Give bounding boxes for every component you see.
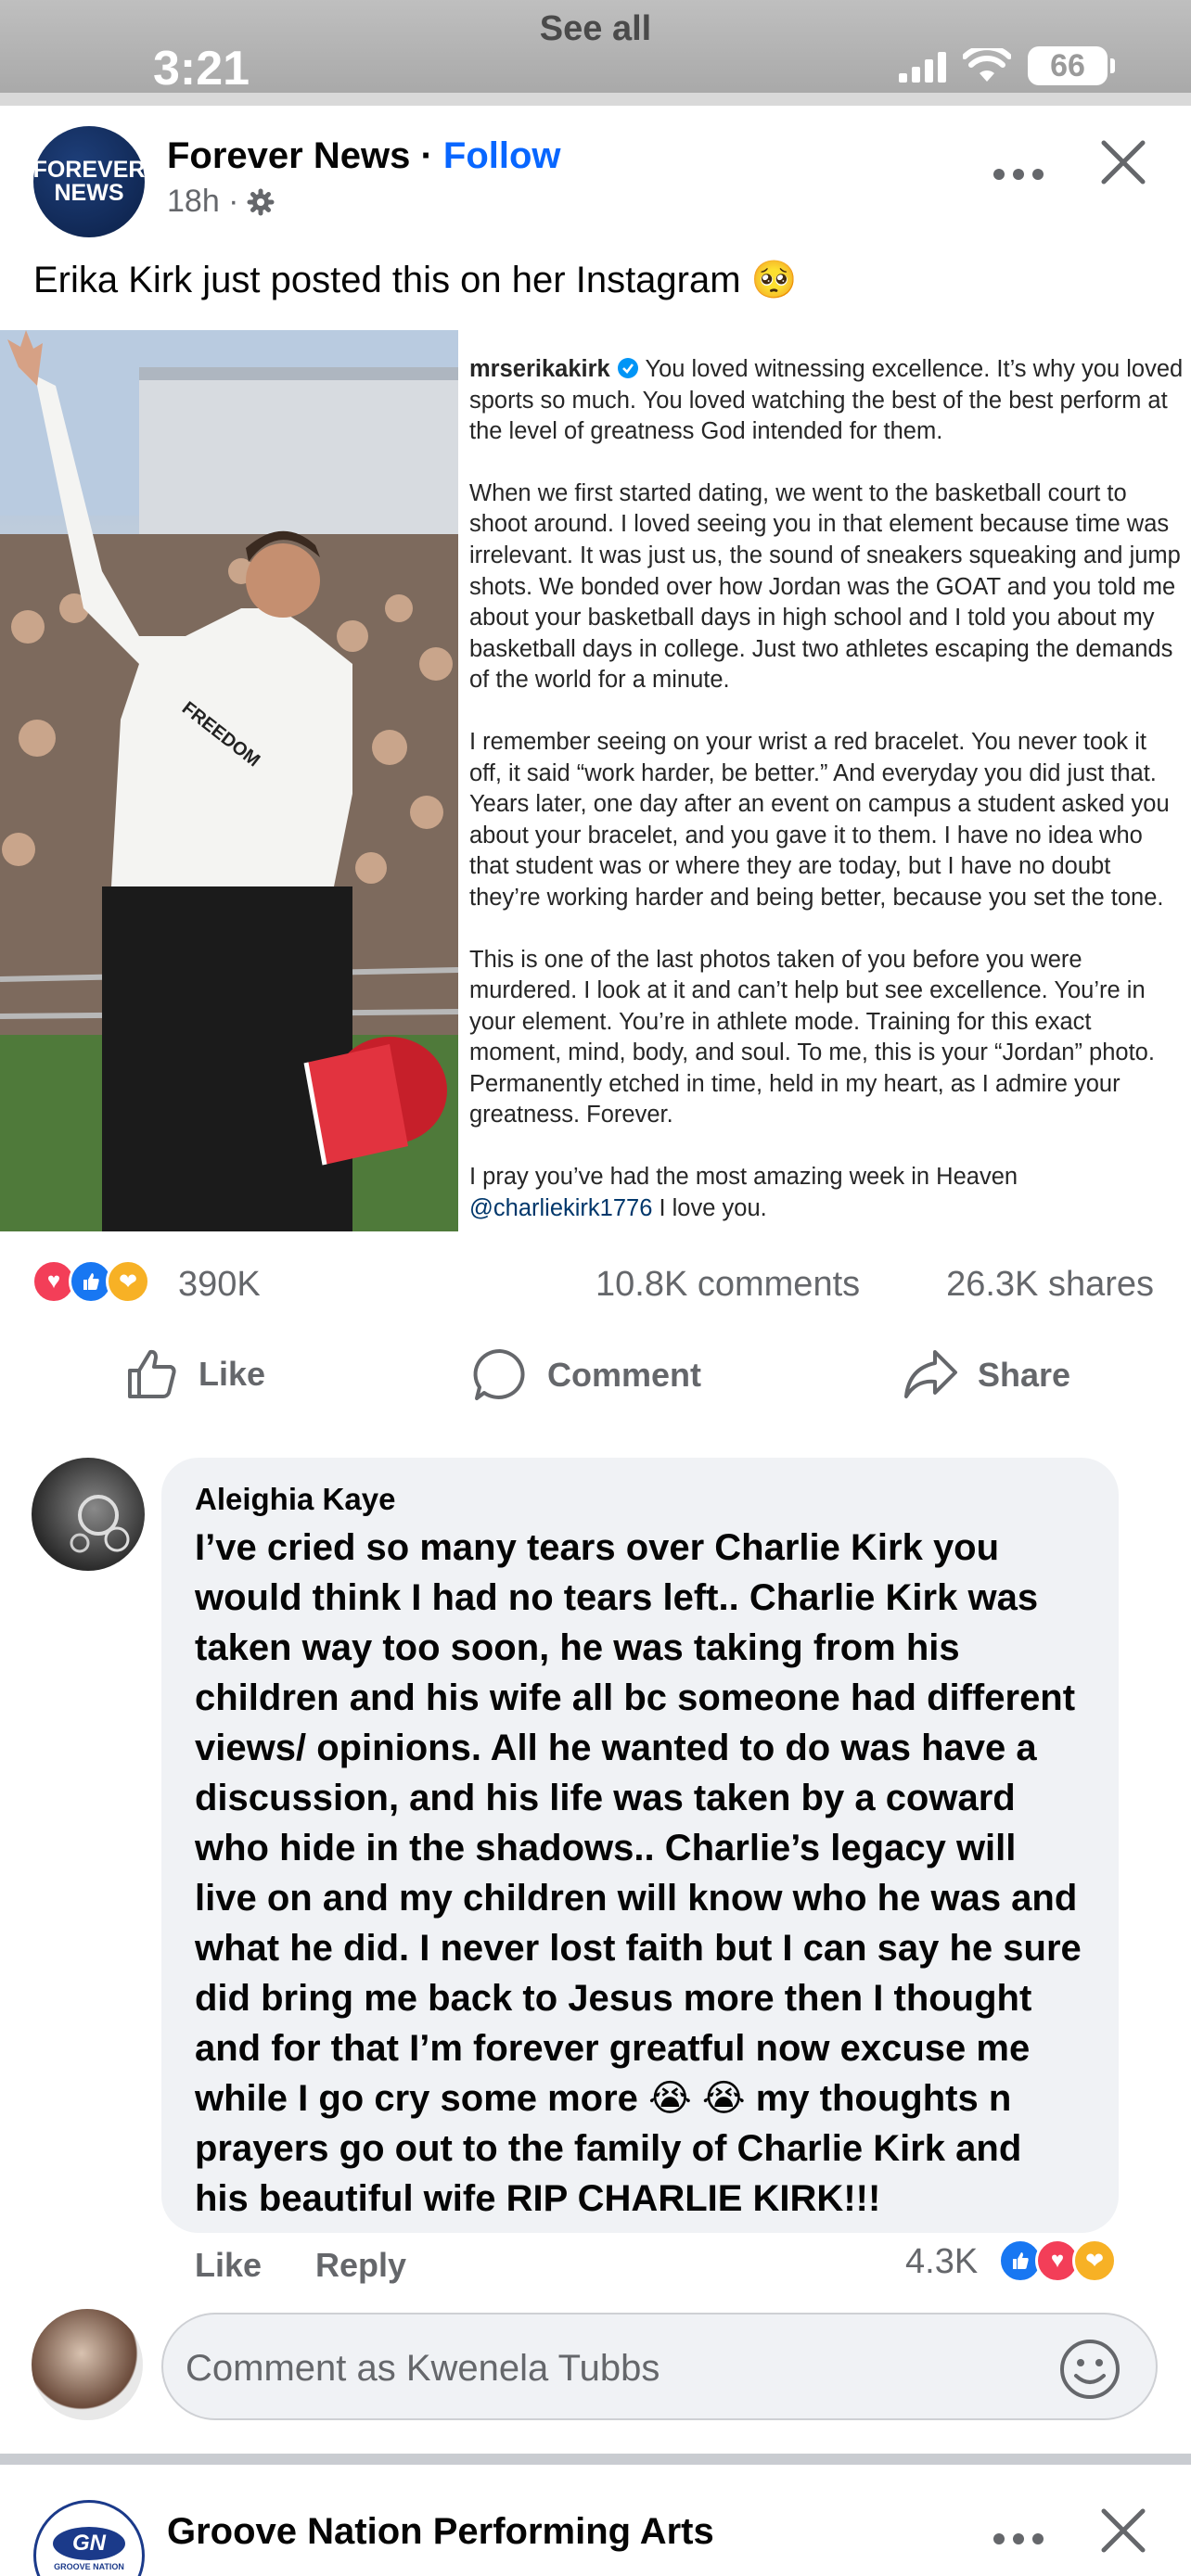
name-separator: · [410, 135, 443, 176]
current-user-avatar[interactable] [32, 2309, 143, 2420]
comment-label: Comment [547, 1356, 702, 1394]
post-actions: Like Comment Share [0, 1346, 1191, 1411]
comment-reaction-icons[interactable]: ♥ ❤ [998, 2238, 1117, 2283]
like-button[interactable]: Like [124, 1346, 265, 1402]
gn-logo: GN [53, 2527, 125, 2560]
caption-text-5: I pray you’ve had the most amazing week … [469, 1164, 1018, 1191]
like-label: Like [198, 1355, 266, 1393]
reaction-count[interactable]: 390K [178, 1265, 261, 1305]
more-dots-icon [993, 169, 1044, 180]
caption-paragraph-1: mrserikakirk You loved witnessing excell… [469, 354, 1184, 448]
page-avatar[interactable]: FOREVER NEWS [33, 126, 145, 237]
next-page-avatar[interactable]: GN GROOVE NATION [33, 2500, 145, 2576]
sheet-edge [0, 93, 1191, 106]
follow-button[interactable]: Follow [443, 135, 561, 176]
care-reaction-icon: ❤ [106, 1259, 150, 1304]
post-text: Erika Kirk just posted this on her Insta… [33, 260, 798, 300]
comment-text: I’ve cried so many tears over Charlie Ki… [195, 1527, 1082, 2219]
status-icons: 66 [899, 46, 1115, 85]
share-count[interactable]: 26.3K shares [946, 1265, 1154, 1305]
next-more-options-button[interactable] [992, 2513, 1044, 2555]
commenter-photo [70, 1495, 130, 1553]
comment-reply-button[interactable]: Reply [315, 2246, 406, 2285]
post-header: FOREVER NEWS Forever News · Follow 18h · [0, 106, 1191, 245]
avatar-text-line2: NEWS [54, 180, 124, 206]
thumbs-up-icon [128, 1349, 176, 1398]
caption-paragraph-2: When we first started dating, we went to… [469, 479, 1181, 694]
photo: FREEDOM [0, 330, 458, 1231]
more-options-button[interactable] [992, 148, 1044, 190]
comment-composer[interactable] [161, 2313, 1158, 2420]
share-label: Share [978, 1356, 1071, 1394]
more-dots-icon [993, 2533, 1044, 2544]
post-stats: ♥ ❤ 390K 10.8K comments 26.3K shares [0, 1252, 1191, 1317]
caption-paragraph-4: This is one of the last photos taken of … [469, 946, 1155, 1129]
share-button[interactable]: Share [902, 1346, 1070, 1404]
page-name[interactable]: Forever News [167, 135, 410, 176]
comment-count[interactable]: 10.8K comments [596, 1265, 860, 1305]
post-meta: 18h · [167, 184, 275, 220]
status-time: 3:21 [153, 42, 250, 96]
page-name-line: Forever News · Follow [167, 135, 561, 177]
close-icon[interactable] [1091, 130, 1156, 195]
gear-icon [247, 188, 274, 215]
wifi-icon [963, 48, 1011, 82]
commenter-avatar[interactable] [32, 1458, 145, 1571]
comment-button[interactable]: Comment [471, 1346, 701, 1404]
comment-footer: Like Reply 4.3K ♥ ❤ [0, 2238, 1191, 2298]
comment-like-button[interactable]: Like [195, 2246, 262, 2285]
comment-reaction-count[interactable]: 4.3K [905, 2242, 978, 2282]
cellular-signal-icon [899, 49, 946, 83]
reaction-icons[interactable]: ♥ ❤ [32, 1259, 150, 1304]
avatar-text-line1: FOREVER [32, 157, 146, 183]
comment-author[interactable]: Aleighia Kaye [195, 1482, 1085, 1517]
caption-paragraph-5: I pray you’ve had the most amazing week … [469, 1162, 1184, 1224]
crowd-photo: FREEDOM [0, 330, 458, 1231]
caption-end: I love you. [652, 1194, 767, 1221]
caption-username: mrserikakirk [469, 356, 610, 382]
status-bar: See all 3:21 66 [0, 0, 1191, 96]
gn-logo-subtext: GROOVE NATION [54, 2562, 124, 2571]
share-icon [904, 1350, 957, 1398]
battery-icon: 66 [1028, 46, 1115, 85]
comment-bubble: Aleighia Kaye I’ve cried so many tears o… [161, 1458, 1119, 2233]
instagram-caption: mrserikakirk You loved witnessing excell… [469, 354, 1184, 1224]
emoji-icon[interactable] [1057, 2337, 1122, 2402]
post-image[interactable]: FREEDOM mrserikakirk You loved witnessin… [0, 330, 1191, 1231]
next-page-name[interactable]: Groove Nation Performing Arts [167, 2511, 714, 2553]
care-reaction-icon: ❤ [1072, 2238, 1117, 2283]
caption-mention: @charliekirk1776 [469, 1194, 653, 1221]
comment-input[interactable] [186, 2340, 1002, 2396]
feed-divider [0, 2454, 1191, 2465]
comment-icon [473, 1348, 525, 1400]
post-timestamp[interactable]: 18h · [167, 184, 239, 220]
verified-badge-icon [617, 358, 638, 378]
caption-paragraph-3: I remember seeing on your wrist a red br… [469, 728, 1170, 911]
close-icon[interactable] [1091, 2498, 1156, 2563]
